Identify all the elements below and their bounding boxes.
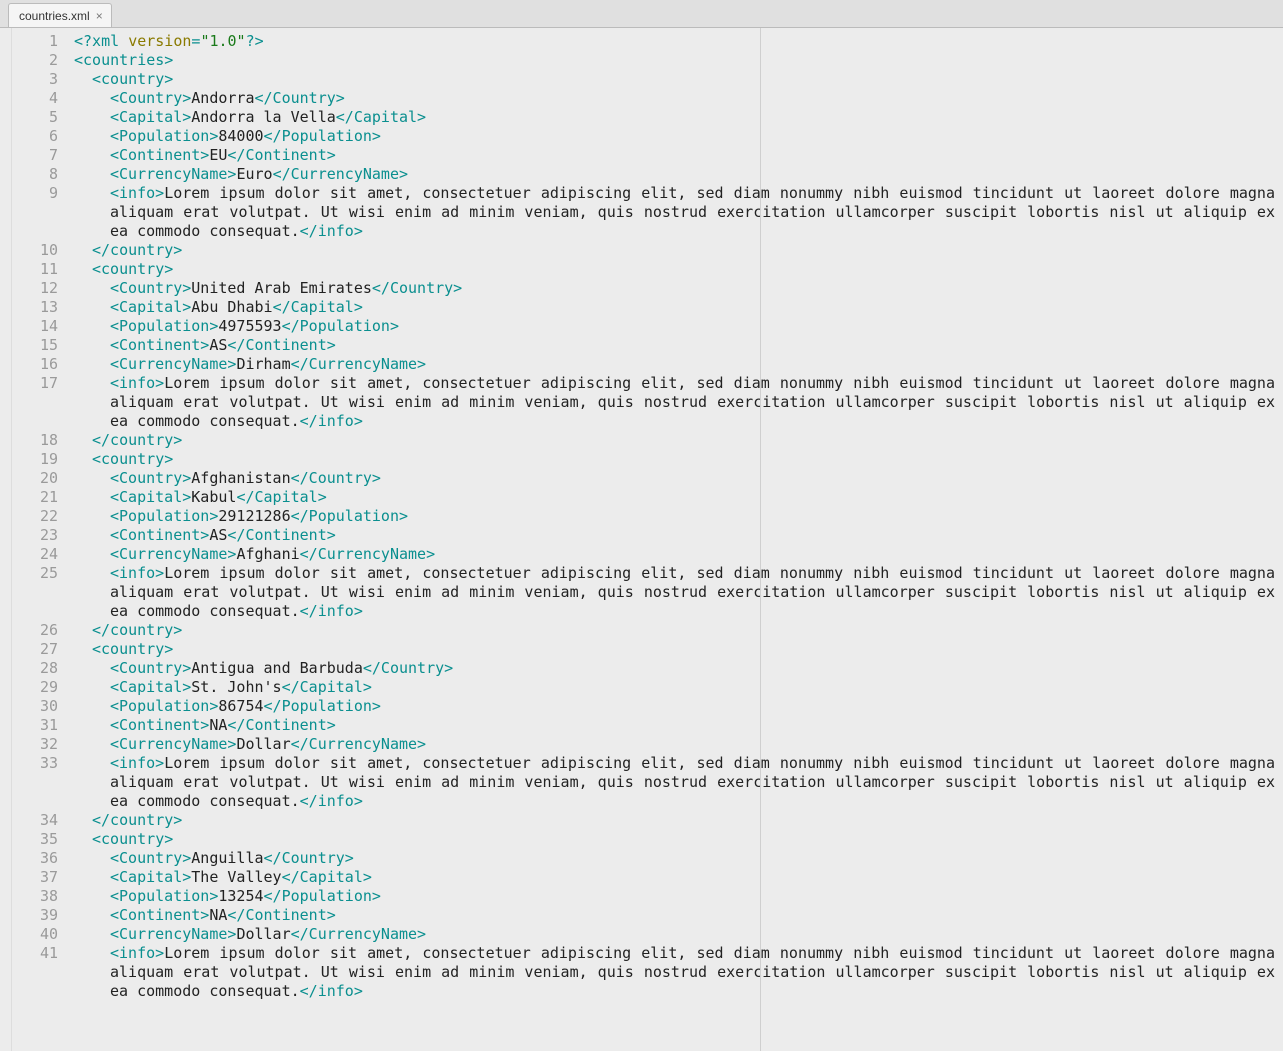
tab-bar: countries.xml × xyxy=(0,0,1283,28)
file-tab[interactable]: countries.xml × xyxy=(8,3,112,27)
editor[interactable]: 123456789..1011121314151617..18192021222… xyxy=(0,28,1283,1051)
code-area[interactable]: <?xml version="1.0"?><countries><country… xyxy=(68,28,1283,1051)
tab-title: countries.xml xyxy=(19,9,90,23)
close-icon[interactable]: × xyxy=(96,10,103,22)
fold-gutter xyxy=(0,28,12,1051)
line-number-gutter: 123456789..1011121314151617..18192021222… xyxy=(12,28,68,1051)
